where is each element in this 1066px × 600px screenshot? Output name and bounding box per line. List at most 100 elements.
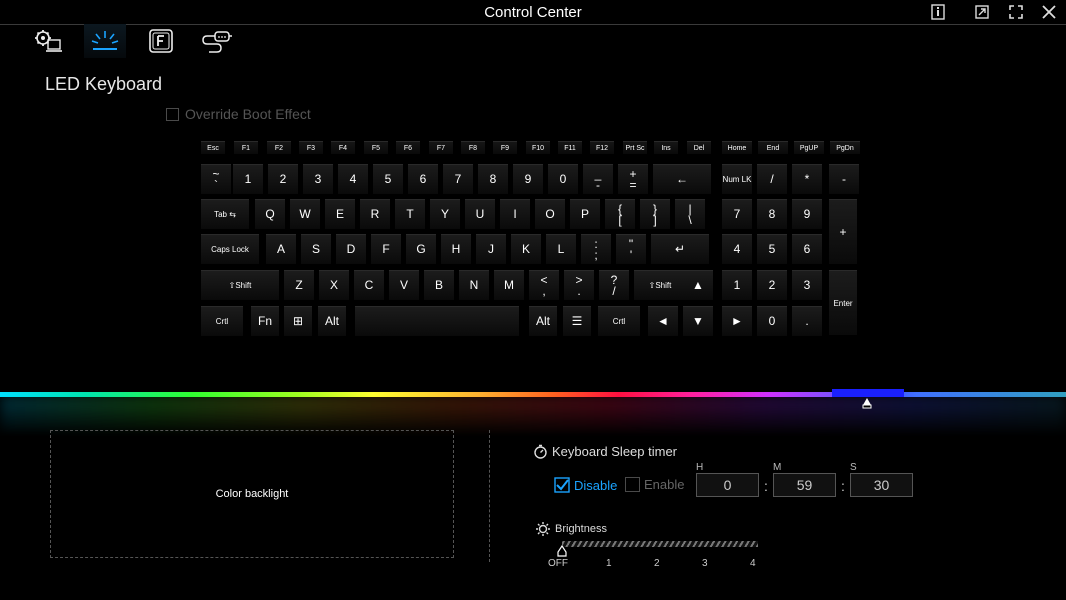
key[interactable]: U bbox=[465, 199, 495, 229]
key[interactable]: D bbox=[336, 234, 366, 264]
key[interactable]: Crtl bbox=[201, 306, 243, 336]
key[interactable]: ☰ bbox=[563, 306, 591, 336]
key[interactable]: 7 bbox=[722, 199, 752, 229]
key[interactable]: F10 bbox=[526, 141, 550, 154]
override-boot-checkbox-box[interactable] bbox=[166, 107, 179, 121]
enable-option[interactable]: Enable bbox=[625, 477, 684, 492]
key[interactable]: K bbox=[511, 234, 541, 264]
key[interactable]: ► bbox=[722, 306, 752, 336]
key[interactable]: B bbox=[424, 270, 454, 300]
key[interactable]: Num LK bbox=[722, 164, 752, 194]
key[interactable]: ▼ bbox=[683, 306, 713, 336]
key[interactable]: Crtl bbox=[598, 306, 640, 336]
key[interactable]: * bbox=[792, 164, 822, 194]
key[interactable]: Alt bbox=[529, 306, 557, 336]
key[interactable]: ? / bbox=[599, 270, 629, 300]
key[interactable]: 8 bbox=[478, 164, 508, 194]
key[interactable]: ▲ bbox=[683, 270, 713, 300]
key[interactable]: F3 bbox=[299, 141, 323, 154]
key[interactable]: F8 bbox=[461, 141, 485, 154]
checked-checkbox-icon[interactable] bbox=[554, 477, 570, 493]
key[interactable]: PgUP bbox=[794, 141, 824, 154]
key[interactable]: Prt Sc bbox=[623, 141, 647, 154]
key[interactable]: 0 bbox=[548, 164, 578, 194]
key[interactable]: 3 bbox=[303, 164, 333, 194]
key[interactable]: C bbox=[354, 270, 384, 300]
brightness-slider[interactable] bbox=[562, 541, 758, 547]
key[interactable]: A bbox=[266, 234, 296, 264]
key[interactable]: X bbox=[319, 270, 349, 300]
key[interactable]: N bbox=[459, 270, 489, 300]
info-button[interactable] bbox=[926, 2, 950, 22]
maximize-button[interactable] bbox=[1004, 2, 1028, 22]
key[interactable]: T bbox=[395, 199, 425, 229]
key[interactable]: ↵ bbox=[651, 234, 709, 264]
key[interactable]: Fn bbox=[251, 306, 279, 336]
key[interactable]: 4 bbox=[338, 164, 368, 194]
disable-option[interactable]: Disable bbox=[554, 477, 617, 493]
key[interactable]: Del bbox=[687, 141, 711, 154]
key[interactable]: F1 bbox=[234, 141, 258, 154]
key[interactable]: F11 bbox=[558, 141, 582, 154]
key[interactable]: 9 bbox=[513, 164, 543, 194]
key[interactable]: E bbox=[325, 199, 355, 229]
key[interactable]: + bbox=[829, 199, 857, 264]
key[interactable]: 3 bbox=[792, 270, 822, 300]
key[interactable]: 1 bbox=[233, 164, 263, 194]
unchecked-checkbox-icon[interactable] bbox=[625, 477, 640, 492]
key[interactable]: H bbox=[441, 234, 471, 264]
key[interactable]: Z bbox=[284, 270, 314, 300]
key[interactable]: ⊞ bbox=[284, 306, 312, 336]
close-button[interactable] bbox=[1037, 2, 1061, 22]
color-spectrum-bar[interactable] bbox=[0, 392, 1066, 397]
key[interactable]: Q bbox=[255, 199, 285, 229]
key[interactable]: J bbox=[476, 234, 506, 264]
key[interactable]: + = bbox=[618, 164, 648, 194]
key[interactable]: 2 bbox=[268, 164, 298, 194]
key[interactable]: F4 bbox=[331, 141, 355, 154]
key[interactable]: Tab ⇆ bbox=[201, 199, 249, 229]
key[interactable]: P bbox=[570, 199, 600, 229]
key[interactable]: 0 bbox=[757, 306, 787, 336]
key[interactable]: > . bbox=[564, 270, 594, 300]
override-boot-effect-checkbox[interactable]: Override Boot Effect bbox=[166, 106, 311, 122]
key[interactable]: Home bbox=[722, 141, 752, 154]
key[interactable]: L bbox=[546, 234, 576, 264]
key[interactable]: End bbox=[758, 141, 788, 154]
key[interactable]: G bbox=[406, 234, 436, 264]
minutes-input[interactable] bbox=[773, 473, 836, 497]
key[interactable]: ← bbox=[653, 164, 711, 194]
key[interactable]: F bbox=[371, 234, 401, 264]
key[interactable]: . bbox=[792, 306, 822, 336]
key[interactable]: " ' bbox=[616, 234, 646, 264]
key[interactable]: - bbox=[829, 164, 859, 194]
color-selector-icon[interactable] bbox=[862, 397, 872, 409]
key[interactable]: < , bbox=[529, 270, 559, 300]
key[interactable] bbox=[355, 306, 519, 336]
key[interactable]: S bbox=[301, 234, 331, 264]
key[interactable]: I bbox=[500, 199, 530, 229]
key[interactable]: 9 bbox=[792, 199, 822, 229]
key[interactable]: / bbox=[757, 164, 787, 194]
tab-usb[interactable] bbox=[196, 24, 238, 58]
key[interactable]: Alt bbox=[318, 306, 346, 336]
key[interactable]: 7 bbox=[443, 164, 473, 194]
key[interactable]: 2 bbox=[757, 270, 787, 300]
key[interactable]: V bbox=[389, 270, 419, 300]
key[interactable]: 4 bbox=[722, 234, 752, 264]
hours-input[interactable] bbox=[696, 473, 759, 497]
key[interactable]: { [ bbox=[605, 199, 635, 229]
key[interactable]: ⇧Shift bbox=[634, 270, 686, 300]
key[interactable]: F12 bbox=[590, 141, 614, 154]
key[interactable]: ~ ` bbox=[201, 164, 231, 194]
key[interactable]: R bbox=[360, 199, 390, 229]
tab-system[interactable] bbox=[26, 24, 68, 58]
key[interactable]: F6 bbox=[396, 141, 420, 154]
key[interactable]: F7 bbox=[429, 141, 453, 154]
key[interactable]: W bbox=[290, 199, 320, 229]
key[interactable]: 1 bbox=[722, 270, 752, 300]
key[interactable]: } ] bbox=[640, 199, 670, 229]
key[interactable]: 5 bbox=[373, 164, 403, 194]
key[interactable]: 8 bbox=[757, 199, 787, 229]
key[interactable]: 5 bbox=[757, 234, 787, 264]
